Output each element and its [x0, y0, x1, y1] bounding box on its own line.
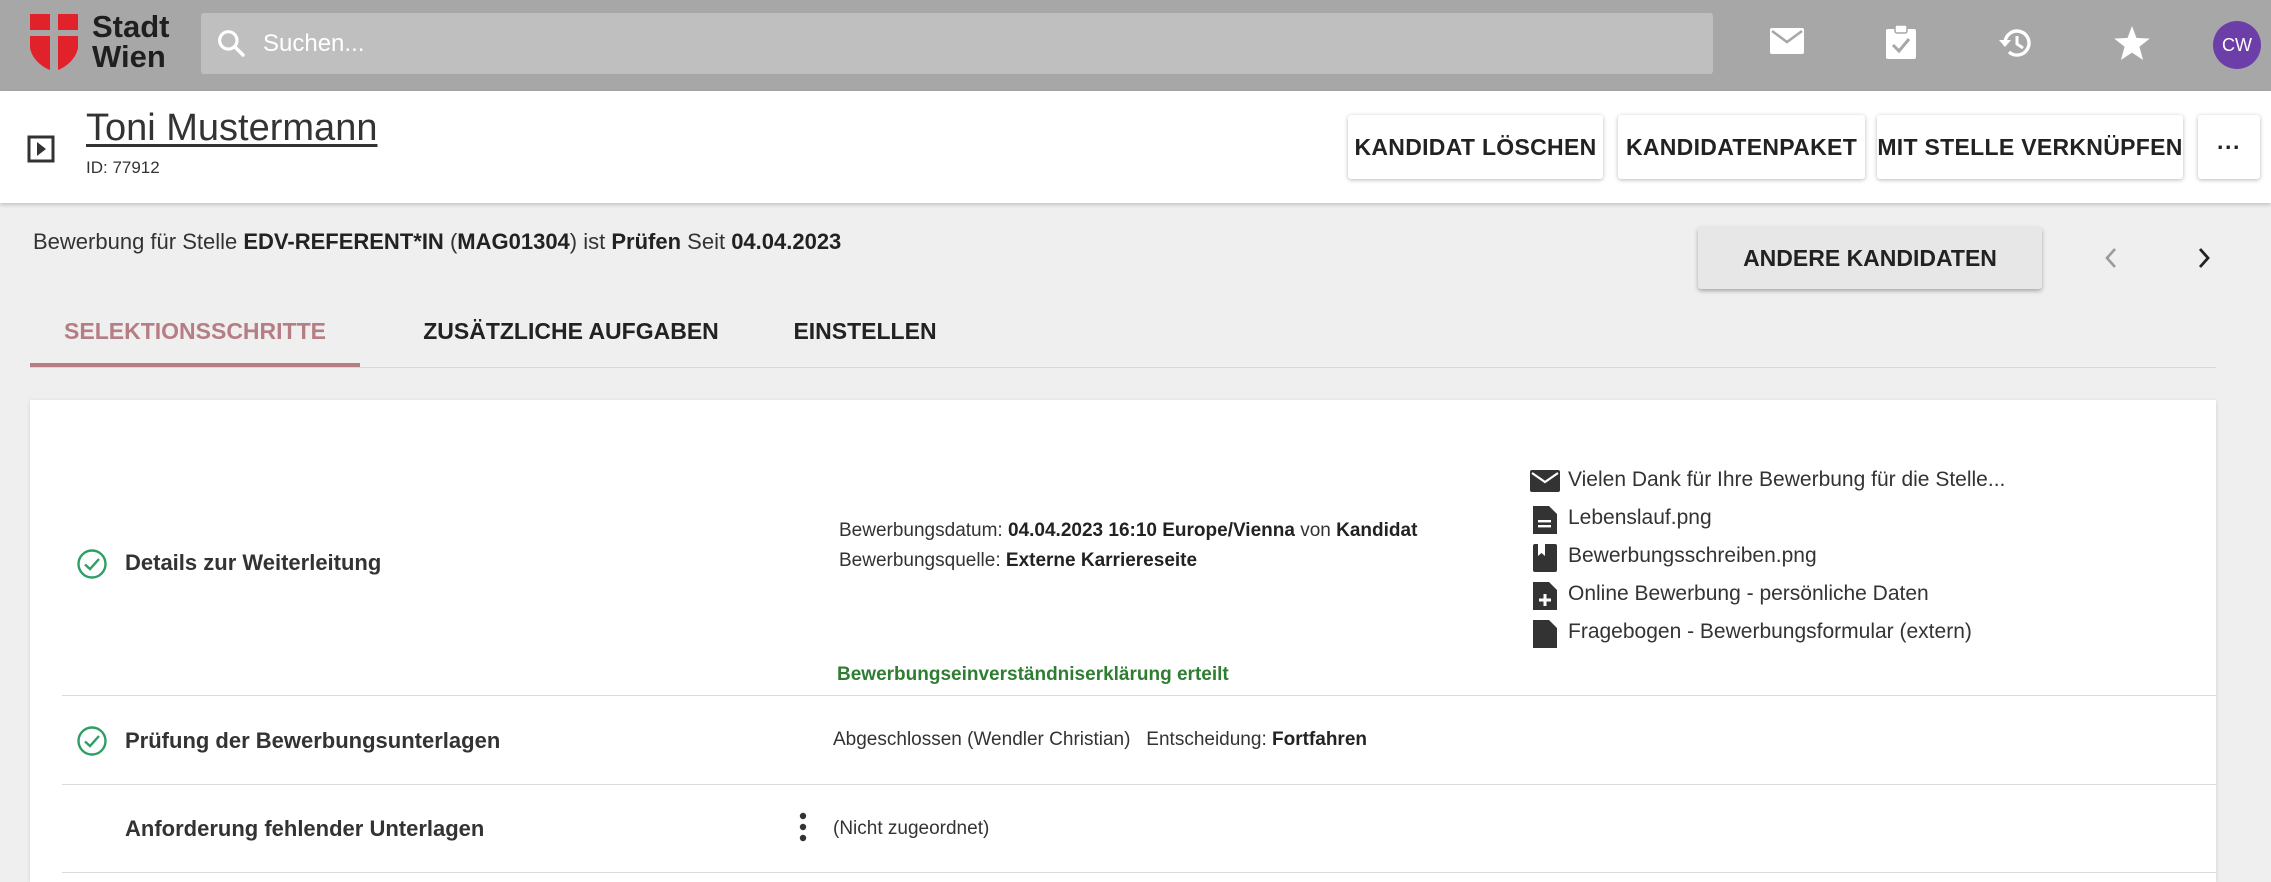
- delete-candidate-button[interactable]: KANDIDAT LÖSCHEN: [1348, 115, 1603, 179]
- step-anforderung-title[interactable]: Anforderung fehlender Unterlagen: [125, 816, 484, 842]
- step-pruefung-title[interactable]: Prüfung der Bewerbungsunterlagen: [125, 728, 500, 754]
- mail-icon: [1530, 470, 1560, 492]
- logo-text: Stadt Wien: [92, 9, 170, 74]
- more-options-button[interactable]: ···: [2198, 115, 2260, 179]
- tab-bar: SELEKTIONSSCHRITTE ZUSÄTZLICHE AUFGABEN …: [30, 305, 2216, 368]
- application-date-line: Bewerbungsdatum: 04.04.2023 16:10 Europe…: [839, 520, 1418, 541]
- application-source-line: Bewerbungsquelle: Externe Karriereseite: [839, 550, 1198, 571]
- history-icon[interactable]: [1998, 26, 2034, 60]
- more-vertical-icon[interactable]: [799, 812, 807, 842]
- wien-shield-icon: [30, 14, 78, 70]
- chevron-left-icon[interactable]: [2103, 246, 2119, 270]
- candidate-id: ID: 77912: [86, 158, 160, 177]
- document-add-icon: [1533, 582, 1557, 610]
- search-input[interactable]: [261, 23, 1665, 65]
- pruefung-status-line: Abgeschlossen (Wendler Christian) Entsch…: [833, 729, 1367, 750]
- candidate-package-button[interactable]: KANDIDATENPAKET: [1618, 115, 1865, 179]
- candidate-name[interactable]: Toni Mustermann: [86, 107, 377, 150]
- other-candidates-button[interactable]: ANDERE KANDIDATEN: [1698, 227, 2042, 289]
- selection-steps-card: Details zur Weiterleitung Bewerbungsdatu…: [30, 400, 2216, 882]
- tab-zusaetzliche-aufgaben[interactable]: ZUSÄTZLICHE AUFGABEN: [390, 305, 752, 367]
- user-avatar[interactable]: CW: [2213, 21, 2261, 69]
- candidate-header: Toni Mustermann ID: 77912 KANDIDAT LÖSCH…: [0, 91, 2271, 203]
- search-icon: [218, 30, 245, 57]
- row-divider: [62, 784, 2216, 785]
- row-divider: [62, 872, 2216, 873]
- step-details-title[interactable]: Details zur Weiterleitung: [125, 550, 381, 576]
- bookmark-document-icon: [1533, 544, 1557, 572]
- stadt-wien-logo[interactable]: Stadt Wien: [30, 9, 180, 78]
- application-status-line: Bewerbung für Stelle EDV-REFERENT*IN (MA…: [33, 229, 842, 254]
- clipboard-check-icon[interactable]: [1886, 25, 1916, 59]
- row-divider: [62, 695, 2216, 696]
- top-bar: Stadt Wien CW: [0, 0, 2271, 91]
- check-circle-icon: [77, 549, 107, 579]
- link-to-position-button[interactable]: MIT STELLE VERKNÜPFEN: [1877, 115, 2183, 179]
- search-bar[interactable]: [201, 13, 1713, 74]
- check-circle-icon: [77, 726, 107, 756]
- mail-icon[interactable]: [1770, 28, 1804, 54]
- consent-status: Bewerbungseinverständniserklärung erteil…: [837, 664, 1229, 685]
- tab-einstellen[interactable]: EINSTELLEN: [765, 305, 965, 367]
- expand-panel-icon[interactable]: [27, 135, 55, 163]
- anforderung-status: (Nicht zugeordnet): [833, 818, 990, 839]
- document-icon: [1533, 506, 1557, 534]
- chevron-right-icon[interactable]: [2196, 246, 2212, 270]
- tab-selektionsschritte[interactable]: SELEKTIONSSCHRITTE: [30, 305, 360, 367]
- document-icon: [1533, 620, 1557, 648]
- star-icon[interactable]: [2114, 26, 2150, 60]
